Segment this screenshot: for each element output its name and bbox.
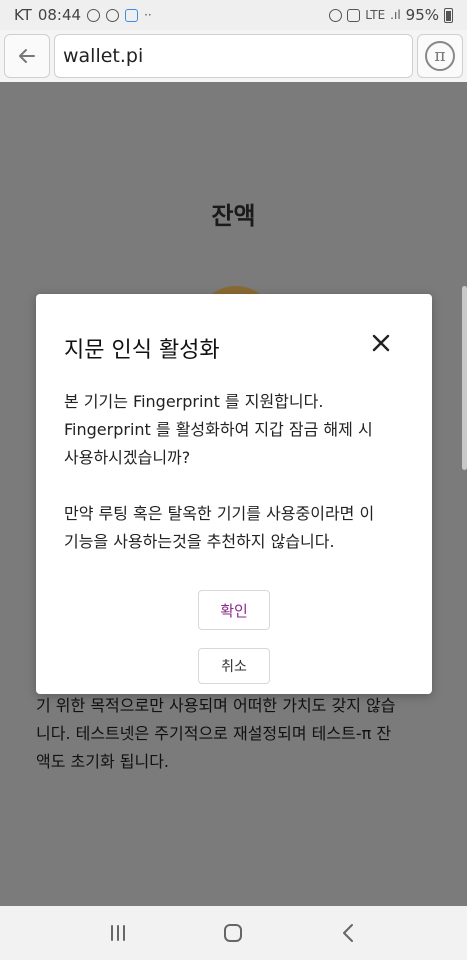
close-button[interactable] <box>366 328 396 358</box>
more-dots-icon: ·· <box>144 8 152 22</box>
alarm-icon <box>329 8 343 22</box>
recent-apps-button[interactable] <box>98 913 138 953</box>
url-field[interactable]: wallet.pi <box>54 34 413 78</box>
clock: 08:44 <box>37 6 82 24</box>
mute-icon <box>347 8 361 22</box>
home-button[interactable] <box>213 913 253 953</box>
back-nav-button[interactable] <box>329 913 369 953</box>
dialog-text: Fingerprint 를 활성화하여 지갑 잠금 해제 시 <box>64 420 373 439</box>
testnet-notice: 기 위한 목적으로만 사용되며 어떠한 가치도 갖지 않습 니다. 테스트넷은 … <box>36 692 436 776</box>
dialog-text: 본 기기는 Fingerprint 를 지원합니다. <box>64 392 324 411</box>
dialog-title: 지문 인식 활성화 <box>64 338 220 363</box>
youtube-icon <box>106 8 120 22</box>
notice-line: 기 위한 목적으로만 사용되며 어떠한 가치도 갖지 않습 <box>36 696 396 715</box>
notice-line: 액도 초기화 됩니다. <box>36 752 170 771</box>
carrier-label: KT <box>14 6 32 24</box>
browser-toolbar: wallet.pi π <box>0 30 467 82</box>
battery-icon <box>444 7 453 23</box>
page-title: 잔액 <box>211 202 256 230</box>
navigation-bar <box>0 906 467 960</box>
dialog-body: 본 기기는 Fingerprint 를 지원합니다. Fingerprint 를… <box>64 388 414 556</box>
network-type: LTE <box>365 8 386 22</box>
chat-icon <box>87 8 101 22</box>
recent-apps-icon <box>110 925 125 941</box>
app-icon <box>125 8 139 22</box>
pi-browser-button[interactable]: π <box>417 34 463 78</box>
close-icon <box>372 334 390 352</box>
dialog-text: 기능을 사용하는것을 추천하지 않습니다. <box>64 532 335 551</box>
dialog-text: 사용하시겠습니까? <box>64 448 191 467</box>
signal-icon: .ıl <box>390 8 401 22</box>
cancel-button[interactable]: 취소 <box>198 648 270 684</box>
battery-percent: 95% <box>405 6 439 24</box>
scrollbar[interactable] <box>462 286 467 470</box>
url-text: wallet.pi <box>63 45 144 67</box>
arrow-left-icon <box>19 49 35 63</box>
notice-line: 니다. 테스트넷은 주기적으로 재설정되며 테스트-π 잔 <box>36 724 392 743</box>
chevron-left-icon <box>343 924 354 942</box>
pi-logo-icon: π <box>425 41 455 71</box>
dialog-text: 만약 루팅 혹은 탈옥한 기기를 사용중이라면 이 <box>64 504 375 523</box>
back-button[interactable] <box>4 34 50 78</box>
home-icon <box>224 924 243 942</box>
confirm-button[interactable]: 확인 <box>198 590 270 630</box>
fingerprint-dialog: 지문 인식 활성화 본 기기는 Fingerprint 를 지원합니다. Fin… <box>36 294 432 694</box>
status-bar: KT 08:44 ·· LTE .ıl 95% <box>0 0 467 30</box>
